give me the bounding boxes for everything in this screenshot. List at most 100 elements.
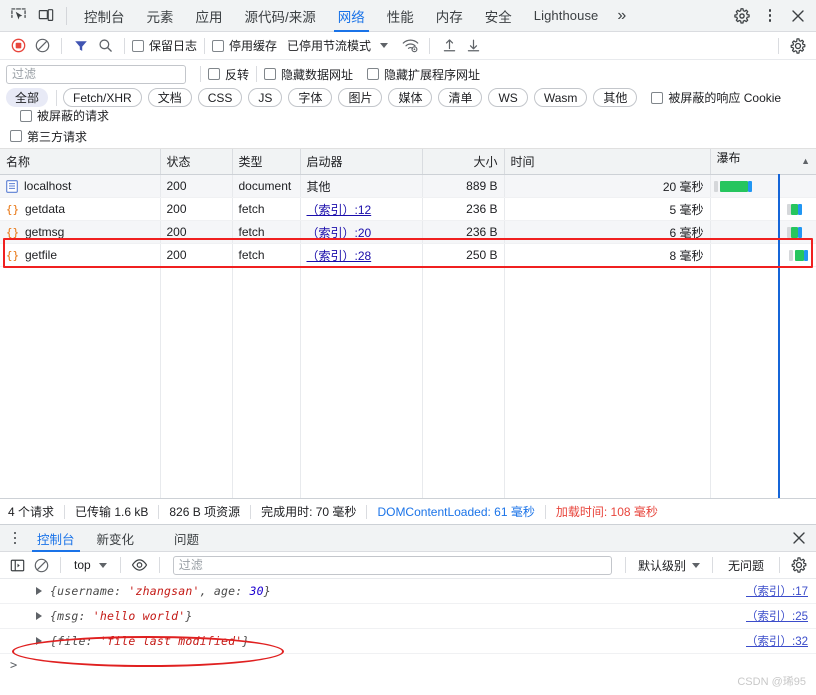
execution-context-select[interactable]: top [68, 558, 113, 572]
column-header-size[interactable]: 大小 [422, 149, 505, 175]
cell-name[interactable]: {} getmsg [0, 220, 161, 244]
blocked-requests-box[interactable] [20, 109, 32, 122]
cell-name[interactable]: {} getdata [0, 197, 161, 221]
initiator-link[interactable]: （索引）:20 [307, 226, 372, 240]
chip-other[interactable]: 其他 [593, 88, 638, 107]
console-filter-input[interactable] [172, 555, 612, 575]
clear-console-icon[interactable] [29, 553, 53, 577]
invert-checkbox[interactable]: 反转 [208, 66, 249, 83]
expand-arrow-icon[interactable] [36, 612, 42, 620]
log-level-select[interactable]: 默认级别 [633, 557, 705, 574]
sort-ascending-icon[interactable]: ▲ [801, 149, 810, 174]
drawer-menu-icon[interactable] [4, 531, 26, 545]
column-header-time[interactable]: 时间 [504, 149, 711, 175]
kebab-menu-icon[interactable] [756, 2, 784, 30]
console-sidebar-icon[interactable] [5, 553, 29, 577]
blocked-cookies-box[interactable] [651, 91, 664, 104]
chip-doc[interactable]: 文档 [147, 88, 192, 107]
expand-arrow-icon[interactable] [36, 587, 42, 595]
throttling-select-label[interactable]: 已停用节流模式 [287, 37, 371, 54]
hide-data-urls-checkbox[interactable]: 隐藏数据网址 [264, 66, 353, 83]
live-expression-icon[interactable] [128, 553, 152, 577]
chip-ws[interactable]: WS [488, 88, 528, 107]
network-conditions-icon[interactable] [398, 34, 422, 58]
chevron-down-icon[interactable] [691, 562, 700, 568]
column-header-name[interactable]: 名称 [0, 149, 161, 175]
export-har-icon[interactable] [461, 34, 485, 58]
network-settings-gear-icon[interactable] [786, 34, 810, 58]
chip-media[interactable]: 媒体 [388, 88, 433, 107]
table-row[interactable]: {} getfile 200 fetch （索引）:28 250 B 8 毫秒 [0, 243, 816, 267]
cell-name[interactable]: {} getfile [0, 243, 161, 267]
filter-icon[interactable] [69, 34, 93, 58]
tab-memory[interactable]: 内存 [425, 0, 474, 32]
invert-box[interactable] [208, 68, 220, 80]
cell-name[interactable]: localhost [0, 174, 161, 198]
chevron-down-icon[interactable] [98, 562, 107, 568]
console-prompt[interactable]: > [0, 654, 816, 676]
hide-extension-urls-box[interactable] [367, 68, 380, 80]
chip-manifest[interactable]: 清单 [438, 88, 483, 107]
console-message[interactable]: {msg: 'hello world'} （索引）:25 [0, 604, 816, 629]
table-row[interactable]: {} getmsg 200 fetch （索引）:20 236 B 6 毫秒 [0, 220, 816, 244]
more-tabs-icon[interactable]: » [609, 7, 634, 25]
third-party-checkbox[interactable]: 第三方请求 [10, 128, 87, 145]
hide-extension-urls-checkbox[interactable]: 隐藏扩展程序网址 [367, 66, 480, 83]
preserve-log-box[interactable] [132, 39, 144, 52]
tab-lighthouse[interactable]: Lighthouse [523, 0, 610, 32]
column-header-waterfall[interactable]: 瀑布 ▲ [710, 149, 816, 175]
chip-img[interactable]: 图片 [338, 88, 383, 107]
blocked-requests-checkbox[interactable]: 被屏蔽的请求 [20, 107, 109, 124]
issues-counter[interactable]: 无问题 [720, 557, 772, 574]
console-settings-gear-icon[interactable] [787, 553, 811, 577]
blocked-cookies-checkbox[interactable]: 被屏蔽的响应 Cookie [651, 89, 781, 106]
record-button[interactable] [6, 34, 30, 58]
chip-all[interactable]: 全部 [6, 88, 49, 107]
tab-elements[interactable]: 元素 [136, 0, 185, 32]
console-message[interactable]: {file: 'file last modified'} （索引）:32 [0, 629, 816, 654]
cell-initiator[interactable]: （索引）:28 [300, 243, 423, 267]
gear-icon[interactable] [728, 2, 756, 30]
expand-arrow-icon[interactable] [36, 637, 42, 645]
clear-button[interactable] [30, 34, 54, 58]
column-header-status[interactable]: 状态 [160, 149, 233, 175]
preserve-log-checkbox[interactable]: 保留日志 [132, 37, 197, 54]
hide-data-urls-box[interactable] [264, 68, 277, 80]
chip-font[interactable]: 字体 [288, 88, 333, 107]
column-header-initiator[interactable]: 启动器 [300, 149, 423, 175]
console-source-link[interactable]: （索引）:25 [746, 608, 808, 624]
tab-security[interactable]: 安全 [474, 0, 523, 32]
chevron-down-icon[interactable] [380, 43, 389, 48]
cell-initiator[interactable]: （索引）:20 [300, 220, 423, 244]
console-source-link[interactable]: （索引）:32 [746, 633, 808, 649]
table-row[interactable]: {} getdata 200 fetch （索引）:12 236 B 5 毫秒 [0, 197, 816, 221]
tab-console[interactable]: 控制台 [73, 0, 136, 32]
device-toolbar-icon[interactable] [32, 2, 60, 30]
filter-input[interactable] [6, 64, 186, 84]
table-row[interactable]: localhost 200 document 其他 889 B 20 毫秒 [0, 174, 816, 198]
column-header-type[interactable]: 类型 [232, 149, 301, 175]
tab-application[interactable]: 应用 [185, 0, 234, 32]
cell-initiator[interactable]: （索引）:12 [300, 197, 423, 221]
tab-performance[interactable]: 性能 [376, 0, 425, 32]
tab-sources[interactable]: 源代码/来源 [234, 0, 327, 32]
console-source-link[interactable]: （索引）:17 [746, 583, 808, 599]
chip-fetch-xhr[interactable]: Fetch/XHR [63, 88, 142, 107]
drawer-tab-issues[interactable]: 问题 [163, 525, 210, 552]
import-har-icon[interactable] [437, 34, 461, 58]
close-icon[interactable] [784, 2, 812, 30]
drawer-tab-console[interactable]: 控制台 [26, 525, 86, 552]
initiator-link[interactable]: （索引）:28 [307, 249, 372, 263]
disable-cache-checkbox[interactable]: 停用缓存 [212, 37, 277, 54]
chip-css[interactable]: CSS [197, 88, 243, 107]
third-party-box[interactable] [10, 130, 22, 142]
drawer-tab-whats-new[interactable]: 新变化 [86, 525, 146, 552]
drawer-close-icon[interactable] [786, 531, 812, 545]
search-icon[interactable] [93, 34, 117, 58]
console-message[interactable]: {username: 'zhangsan', age: 30} （索引）:17 [0, 579, 816, 604]
chip-js[interactable]: JS [248, 88, 283, 107]
disable-cache-box[interactable] [212, 39, 225, 52]
tab-network[interactable]: 网络 [327, 0, 376, 32]
chip-wasm[interactable]: Wasm [533, 88, 588, 107]
initiator-link[interactable]: （索引）:12 [307, 203, 372, 217]
